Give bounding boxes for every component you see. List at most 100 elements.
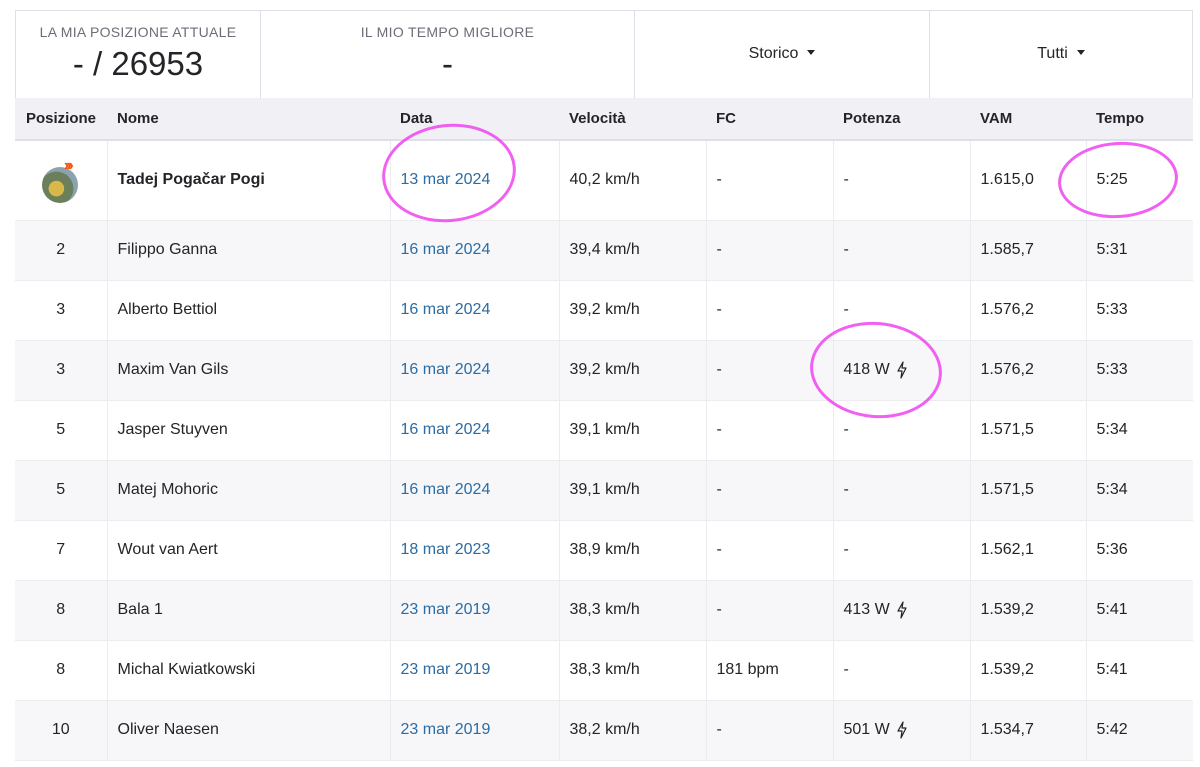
speed-cell: 38,9 km/h: [559, 520, 707, 581]
vam-cell: 1.571,5: [970, 460, 1087, 521]
table-row[interactable]: 5 Jasper Stuyven 16 mar 2024 39,1 km/h -…: [15, 400, 1193, 461]
time-cell: 5:36: [1086, 520, 1193, 581]
position-cell: 7: [15, 520, 108, 581]
power-cell: 501 W: [833, 700, 971, 761]
activity-date-link[interactable]: 23 mar 2019: [390, 580, 560, 641]
heart-rate-cell: -: [706, 220, 834, 281]
heart-rate-cell: -: [706, 280, 834, 341]
activity-date-link[interactable]: 16 mar 2024: [390, 220, 560, 281]
athlete-name[interactable]: Oliver Naesen: [107, 700, 391, 761]
athlete-name[interactable]: Tadej Pogačar Pogi: [107, 140, 391, 221]
activity-date-link[interactable]: 16 mar 2024: [390, 340, 560, 401]
power-value: 418 W: [843, 361, 890, 379]
power-cell: -: [833, 400, 971, 461]
activity-date-link[interactable]: 16 mar 2024: [390, 280, 560, 341]
power-cell: -: [833, 280, 971, 341]
avatar[interactable]: ›››: [41, 157, 80, 204]
stats-bar: LA MIA POSIZIONE ATTUALE - / 26953 IL MI…: [15, 10, 1193, 98]
column-header-name: Nome: [107, 98, 390, 141]
power-value: 413 W: [843, 601, 890, 619]
position-cell: 2: [15, 220, 108, 281]
speed-cell: 39,2 km/h: [559, 340, 707, 401]
activity-date-link[interactable]: 16 mar 2024: [390, 460, 560, 521]
power-cell: -: [833, 140, 971, 221]
power-value: 501 W: [843, 721, 890, 739]
vam-cell: 1.534,7: [970, 700, 1087, 761]
chevron-down-icon: [807, 50, 816, 56]
power-cell: -: [833, 220, 971, 281]
column-header-position: Posizione: [15, 98, 107, 141]
athlete-name[interactable]: Michal Kwiatkowski: [107, 640, 391, 701]
heart-rate-cell: 181 bpm: [706, 640, 834, 701]
heart-rate-cell: -: [706, 340, 834, 401]
time-cell: 5:41: [1086, 580, 1193, 641]
activity-date-link[interactable]: 23 mar 2019: [390, 640, 560, 701]
position-cell: 10: [15, 700, 108, 761]
leaderboard-table: Posizione Nome Data Velocità FC Potenza …: [15, 98, 1193, 761]
speed-cell: 38,3 km/h: [559, 580, 707, 641]
vam-cell: 1.576,2: [970, 280, 1087, 341]
activity-date-link[interactable]: 13 mar 2024: [390, 140, 560, 221]
power-meter-icon: [897, 601, 907, 619]
table-row[interactable]: 3 Maxim Van Gils 16 mar 2024 39,2 km/h -…: [15, 340, 1193, 401]
speed-cell: 38,2 km/h: [559, 700, 707, 761]
column-header-vam: VAM: [970, 98, 1086, 141]
time-cell: 5:41: [1086, 640, 1193, 701]
table-row[interactable]: 7 Wout van Aert 18 mar 2023 38,9 km/h - …: [15, 520, 1193, 581]
best-time-stat: IL MIO TEMPO MIGLIORE -: [261, 10, 635, 98]
athlete-name[interactable]: Maxim Van Gils: [107, 340, 391, 401]
heart-rate-cell: -: [706, 460, 834, 521]
position-cell: 5: [15, 460, 108, 521]
best-time-value: -: [442, 45, 453, 82]
current-position-stat: LA MIA POSIZIONE ATTUALE - / 26953: [15, 10, 261, 98]
time-cell: 5:25: [1086, 140, 1193, 221]
power-meter-icon: [897, 721, 907, 739]
vam-cell: 1.539,2: [970, 640, 1087, 701]
table-row[interactable]: 8 Bala 1 23 mar 2019 38,3 km/h - 413 W 1…: [15, 580, 1193, 641]
vam-cell: 1.615,0: [970, 140, 1087, 221]
power-cell: -: [833, 460, 971, 521]
table-row[interactable]: ››› Tadej Pogačar Pogi 13 mar 2024 40,2 …: [15, 140, 1193, 221]
activity-date-link[interactable]: 18 mar 2023: [390, 520, 560, 581]
vam-cell: 1.571,5: [970, 400, 1087, 461]
athlete-name[interactable]: Matej Mohoric: [107, 460, 391, 521]
time-cell: 5:42: [1086, 700, 1193, 761]
table-row[interactable]: 3 Alberto Bettiol 16 mar 2024 39,2 km/h …: [15, 280, 1193, 341]
activity-date-link[interactable]: 23 mar 2019: [390, 700, 560, 761]
current-position-value: - / 26953: [72, 45, 204, 82]
position-cell: 8: [15, 640, 108, 701]
chevron-down-icon: [1076, 50, 1085, 56]
vam-cell: 1.576,2: [970, 340, 1087, 401]
power-cell: 413 W: [833, 580, 971, 641]
history-filter-dropdown[interactable]: Storico: [635, 10, 930, 98]
power-cell: 418 W: [833, 340, 971, 401]
athlete-name[interactable]: Filippo Ganna: [107, 220, 391, 281]
power-cell: -: [833, 640, 971, 701]
speed-cell: 38,3 km/h: [559, 640, 707, 701]
heart-rate-cell: -: [706, 400, 834, 461]
table-header-row: Posizione Nome Data Velocità FC Potenza …: [15, 98, 1193, 141]
activity-date-link[interactable]: 16 mar 2024: [390, 400, 560, 461]
table-row[interactable]: 5 Matej Mohoric 16 mar 2024 39,1 km/h - …: [15, 460, 1193, 521]
speed-cell: 40,2 km/h: [559, 140, 707, 221]
power-cell: -: [833, 520, 971, 581]
athlete-name[interactable]: Jasper Stuyven: [107, 400, 391, 461]
speed-cell: 39,4 km/h: [559, 220, 707, 281]
time-cell: 5:31: [1086, 220, 1193, 281]
vam-cell: 1.585,7: [970, 220, 1087, 281]
position-cell: 3: [15, 280, 108, 341]
vam-cell: 1.539,2: [970, 580, 1087, 641]
column-header-heart-rate: FC: [706, 98, 833, 141]
athlete-name[interactable]: Wout van Aert: [107, 520, 391, 581]
position-cell: 5: [15, 400, 108, 461]
power-meter-icon: [897, 361, 907, 379]
table-row[interactable]: 10 Oliver Naesen 23 mar 2019 38,2 km/h -…: [15, 700, 1193, 761]
athlete-name[interactable]: Alberto Bettiol: [107, 280, 391, 341]
column-header-date: Data: [390, 98, 559, 141]
table-row[interactable]: 8 Michal Kwiatkowski 23 mar 2019 38,3 km…: [15, 640, 1193, 701]
table-row[interactable]: 2 Filippo Ganna 16 mar 2024 39,4 km/h - …: [15, 220, 1193, 281]
athlete-filter-dropdown[interactable]: Tutti: [930, 10, 1193, 98]
column-header-speed: Velocità: [559, 98, 706, 141]
position-cell: 8: [15, 580, 108, 641]
athlete-name[interactable]: Bala 1: [107, 580, 391, 641]
